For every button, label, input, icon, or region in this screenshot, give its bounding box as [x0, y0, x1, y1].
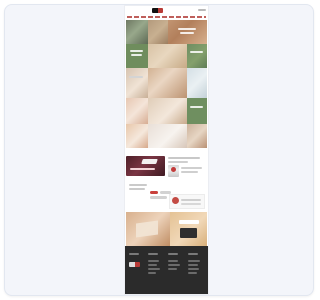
menu-icon[interactable] [198, 9, 206, 11]
footer-link[interactable] [188, 272, 197, 274]
footer-heading [148, 253, 158, 255]
tile-caption-line [129, 76, 143, 78]
tile-caption-line [190, 51, 203, 53]
feature-title-line [129, 184, 147, 186]
feature-title-line [129, 188, 145, 190]
promo-headline-line [168, 161, 188, 163]
hero-tile-14[interactable] [148, 124, 187, 148]
footer-link[interactable] [188, 260, 200, 262]
footer-link[interactable] [188, 268, 199, 270]
hero-tile-5[interactable] [148, 44, 187, 68]
footer-heading [168, 253, 178, 255]
hero-tile-7[interactable] [126, 68, 148, 98]
promo-side-content [168, 157, 207, 177]
footer-column-1 [129, 253, 144, 284]
footer-link[interactable] [168, 268, 177, 270]
promo-banner[interactable] [126, 212, 207, 246]
footer-link[interactable] [148, 260, 159, 262]
tile-caption-line [190, 106, 203, 108]
footer-column-3 [168, 253, 183, 284]
footer-column-4 [188, 253, 203, 284]
footer-link[interactable] [188, 264, 198, 266]
hero-tile-11[interactable] [148, 98, 187, 124]
feature-badge-red [150, 191, 158, 194]
footer-link[interactable] [168, 260, 178, 262]
promo-text-line [181, 171, 198, 173]
website-preview [125, 6, 208, 294]
hero-tile-1[interactable] [126, 20, 148, 44]
navigation-strip[interactable] [127, 16, 206, 18]
site-header [125, 6, 208, 19]
feature-badge-gray [150, 196, 167, 199]
brand-logo-icon[interactable] [152, 8, 163, 13]
banner-photo [126, 212, 170, 246]
hero-tile-12[interactable] [187, 98, 207, 124]
hero-grid [125, 20, 208, 148]
promo-row [125, 156, 208, 177]
footer-link[interactable] [148, 268, 160, 270]
footer-column-2 [148, 253, 163, 284]
hero-tile-13[interactable] [126, 124, 148, 148]
hero-tile-10[interactable] [126, 98, 148, 124]
hero-tile-15[interactable] [187, 124, 207, 148]
tile-caption-line [131, 54, 142, 56]
feature-contact-card[interactable] [169, 194, 205, 209]
footer-link[interactable] [148, 272, 156, 274]
hero-tile-9[interactable] [187, 68, 207, 98]
hero-tile-3[interactable] [168, 20, 207, 44]
tile-caption-line [178, 28, 196, 30]
footer-heading [129, 253, 139, 255]
promo-headline-line [168, 157, 200, 159]
hero-tile-2[interactable] [148, 20, 168, 44]
feature-block [126, 180, 207, 210]
footer-link[interactable] [148, 264, 157, 266]
footer-heading [188, 253, 198, 255]
footer-link[interactable] [168, 264, 180, 266]
promo-text-line [181, 167, 202, 169]
hero-tile-8[interactable] [148, 68, 187, 98]
footer-logo-icon[interactable] [129, 262, 140, 267]
tile-caption-line [130, 50, 143, 52]
person-avatar [168, 165, 179, 177]
promo-card[interactable] [126, 156, 165, 176]
hero-tile-4[interactable] [126, 44, 148, 68]
site-footer [125, 246, 208, 294]
hero-tile-6[interactable] [187, 44, 207, 68]
screenshot-canvas [0, 0, 318, 300]
banner-callout [170, 212, 207, 246]
tile-caption-line [180, 32, 194, 34]
